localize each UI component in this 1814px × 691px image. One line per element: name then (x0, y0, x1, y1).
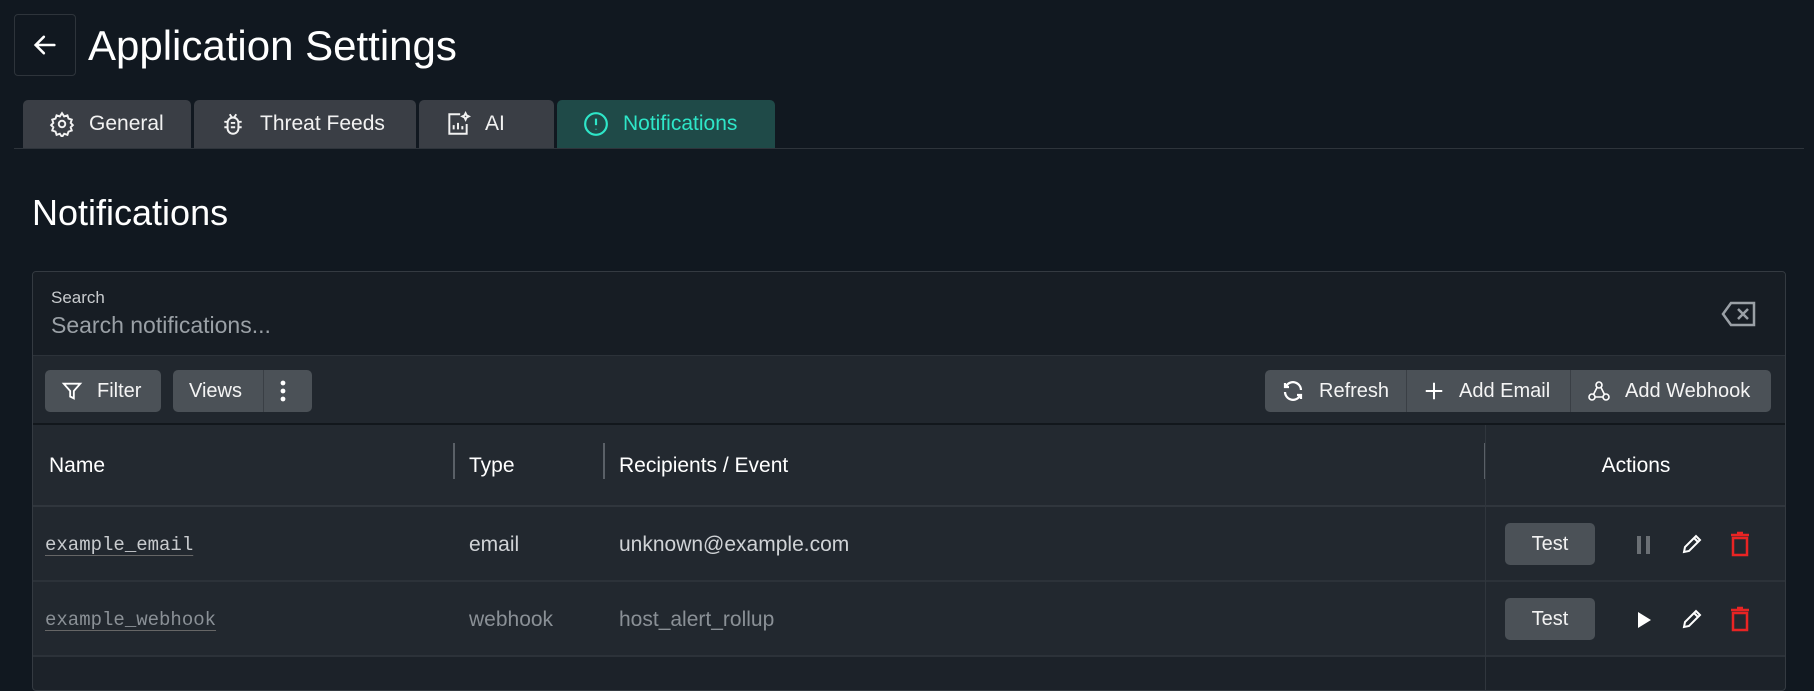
search-input[interactable] (51, 312, 1651, 339)
filter-label: Filter (97, 379, 142, 402)
refresh-button[interactable]: Refresh (1265, 370, 1406, 412)
column-resizer[interactable] (603, 443, 605, 479)
tab-label: Threat Feeds (260, 112, 385, 135)
table-row: example_webhook webhook host_alert_rollu… (33, 582, 1785, 657)
delete-button[interactable] (1725, 604, 1755, 634)
table-header: Name Type Recipients / Event Actions (33, 425, 1785, 507)
filter-icon (61, 382, 83, 400)
search-label: Search (51, 288, 105, 307)
column-header-name[interactable]: Name (49, 425, 105, 507)
add-email-button[interactable]: Add Email (1406, 370, 1570, 412)
tab-general[interactable]: General (23, 100, 191, 148)
add-webhook-button[interactable]: Add Webhook (1570, 370, 1766, 412)
arrow-left-icon (33, 35, 56, 55)
tab-label: AI (485, 112, 505, 135)
clear-search-button[interactable] (1721, 300, 1757, 333)
pencil-icon (1682, 609, 1702, 629)
edit-button[interactable] (1677, 604, 1707, 634)
tab-label: Notifications (623, 112, 738, 135)
refresh-icon (1283, 381, 1303, 401)
notification-name-link[interactable]: example_email (45, 534, 193, 556)
section-title: Notifications (32, 192, 229, 233)
tab-ai[interactable]: AI (419, 100, 554, 148)
views-label: Views (189, 379, 242, 402)
column-header-recipients[interactable]: Recipients / Event (619, 425, 788, 507)
webhook-icon (1588, 381, 1610, 401)
bug-icon (224, 113, 242, 135)
views-button-group: Views (173, 370, 312, 412)
tab-divider (14, 148, 1804, 149)
search-field: Search (33, 272, 1785, 356)
delete-button[interactable] (1725, 529, 1755, 559)
test-button[interactable]: Test (1505, 598, 1595, 640)
column-resizer[interactable] (453, 443, 455, 479)
refresh-label: Refresh (1319, 379, 1390, 402)
gear-icon (49, 111, 75, 137)
tab-label: General (89, 112, 164, 135)
toolbar: Filter Views Refresh Add Email Add Webho… (33, 356, 1785, 425)
add-email-label: Add Email (1459, 379, 1551, 402)
recipients-cell: host_alert_rollup (619, 607, 775, 631)
play-icon (1638, 612, 1651, 628)
type-cell: webhook (469, 607, 554, 631)
column-header-actions: Actions (1601, 454, 1671, 477)
backspace-icon (1721, 301, 1756, 327)
tab-notifications[interactable]: Notifications (557, 100, 775, 148)
resume-button[interactable] (1630, 606, 1658, 634)
trash-icon (1731, 531, 1749, 557)
edit-button[interactable] (1677, 529, 1707, 559)
test-button[interactable]: Test (1505, 523, 1595, 565)
pause-button[interactable] (1630, 531, 1658, 559)
back-button[interactable] (14, 14, 76, 76)
notification-name-link[interactable]: example_webhook (45, 609, 216, 631)
trash-icon (1731, 606, 1749, 632)
ai-chart-icon (448, 111, 471, 135)
plus-icon (1425, 382, 1443, 400)
column-header-type[interactable]: Type (469, 425, 515, 507)
more-options-button[interactable] (263, 370, 302, 412)
pause-icon (1637, 536, 1650, 554)
table-row: example_email email unknown@example.com … (33, 507, 1785, 582)
alert-circle-icon (584, 112, 608, 136)
more-vertical-icon (280, 380, 286, 402)
recipients-cell: unknown@example.com (619, 532, 850, 556)
notifications-card: Search Filter Views Refresh Add Email Ad… (32, 271, 1786, 691)
filter-button[interactable]: Filter (45, 370, 161, 412)
type-cell: email (469, 532, 520, 556)
action-button-group: Refresh Add Email Add Webhook (1265, 370, 1771, 412)
pencil-icon (1682, 534, 1702, 554)
add-webhook-label: Add Webhook (1625, 379, 1751, 402)
tab-threat-feeds[interactable]: Threat Feeds (194, 100, 416, 148)
page-title: Application Settings (88, 22, 457, 69)
views-button[interactable]: Views (173, 370, 263, 412)
actions-column-divider (1485, 425, 1486, 690)
